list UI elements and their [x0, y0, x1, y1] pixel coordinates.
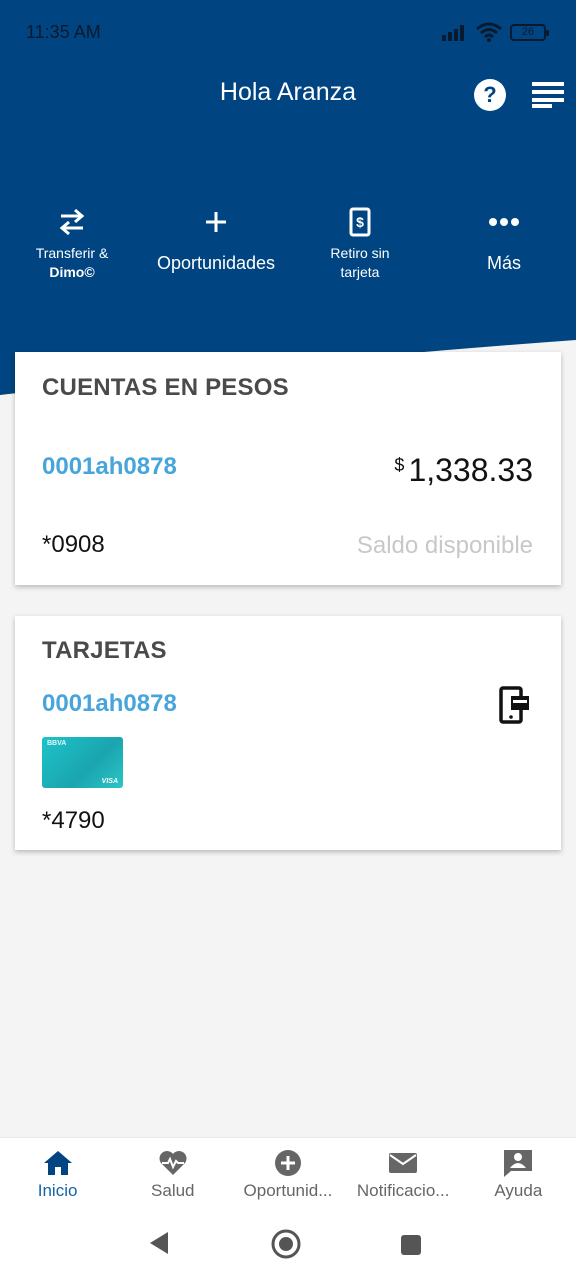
signal-icon [442, 25, 464, 41]
account-name-link[interactable]: 0001ah0878 [42, 453, 177, 481]
bottom-nav: Inicio Salud Oportunid... Notificacio... [0, 1137, 576, 1212]
quick-actions: Transferir & Dimo© Oportunidades $ Retir… [0, 200, 576, 282]
cards-card[interactable]: TARJETAS 0001ah0878 BBVA VISA *4790 [15, 616, 561, 850]
more-icon [489, 218, 519, 226]
chat-person-icon [504, 1150, 533, 1177]
status-time: 11:35 AM [26, 22, 101, 42]
cardless-withdrawal-icon: $ [349, 207, 371, 237]
plus-icon [206, 212, 226, 232]
nav-label: Salud [151, 1181, 195, 1200]
quick-action-transfer[interactable]: Transferir & Dimo© [0, 200, 144, 282]
currency-symbol: $ [394, 455, 405, 475]
nav-label: Inicio [37, 1181, 78, 1200]
menu-icon[interactable] [530, 80, 564, 108]
quick-action-label: Más [486, 253, 521, 273]
quick-action-cardless-withdrawal[interactable]: $ Retiro sin tarjeta [288, 200, 432, 282]
nav-item-notificaciones[interactable]: Notificacio... [346, 1138, 461, 1212]
status-icons: 26 [442, 22, 549, 42]
quick-action-label: Dimo© [49, 264, 95, 280]
nav-item-salud[interactable]: Salud [115, 1138, 230, 1212]
mail-icon [389, 1153, 418, 1173]
home-circle-icon[interactable] [271, 1229, 301, 1259]
quick-action-label: tarjeta [340, 264, 380, 280]
cards-card-title: TARJETAS [42, 637, 167, 664]
balance-label: Saldo disponible [356, 532, 533, 559]
nav-item-oportunidades[interactable]: Oportunid... [230, 1138, 345, 1212]
nav-item-ayuda[interactable]: Ayuda [461, 1138, 576, 1212]
card-mask: *4790 [42, 807, 105, 834]
transfer-icon [59, 208, 85, 236]
status-bar: 11:35 AM 26 [0, 0, 576, 64]
back-icon[interactable] [148, 1230, 170, 1256]
card-thumbnail[interactable]: BBVA VISA [42, 737, 123, 788]
card-network: VISA [101, 778, 118, 785]
svg-text:$: $ [356, 214, 364, 230]
header: 11:35 AM 26 Hola Aranza ? Transferir & D… [0, 0, 576, 402]
mobile-card-icon[interactable] [499, 686, 531, 724]
home-icon [43, 1151, 72, 1175]
quick-action-more[interactable]: Más [432, 200, 576, 282]
question-icon[interactable]: ? [474, 79, 506, 111]
account-balance: $1,338.33 [394, 452, 533, 489]
wifi-icon [476, 22, 502, 42]
quick-action-opportunities[interactable]: Oportunidades [144, 200, 288, 282]
card-account-name-link[interactable]: 0001ah0878 [42, 690, 177, 718]
quick-action-label: Retiro sin [330, 245, 390, 261]
nav-label: Ayuda [494, 1181, 543, 1200]
battery-icon: 26 [510, 23, 549, 41]
recents-icon[interactable] [400, 1234, 422, 1256]
nav-label: Notificacio... [356, 1181, 450, 1200]
account-mask: *0908 [42, 531, 105, 558]
quick-action-label: Oportunidades [156, 253, 276, 273]
nav-label: Oportunid... [243, 1181, 333, 1200]
plus-circle-icon [274, 1150, 301, 1176]
card-brand: BBVA [47, 740, 67, 747]
heart-pulse-icon [159, 1151, 187, 1175]
balance-amount: 1,338.33 [408, 452, 533, 488]
nav-item-inicio[interactable]: Inicio [0, 1138, 115, 1212]
quick-action-label: Transferir & [35, 245, 109, 261]
accounts-card-title: CUENTAS EN PESOS [42, 374, 289, 401]
system-nav-bar [0, 1212, 576, 1280]
accounts-card[interactable]: CUENTAS EN PESOS 0001ah0878 $1,338.33 *0… [15, 352, 561, 585]
